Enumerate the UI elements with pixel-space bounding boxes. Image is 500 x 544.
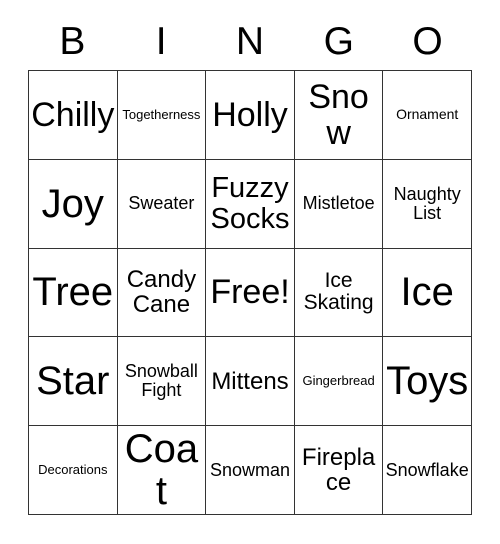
bingo-cell[interactable]: Snowball Fight: [117, 337, 207, 427]
header-letter-g: G: [323, 19, 354, 63]
bingo-cell-label: Decorations: [38, 462, 108, 478]
bingo-cell[interactable]: Sweater: [117, 159, 207, 249]
bingo-cell-label: Joy: [41, 181, 104, 226]
bingo-cell-label: Fireplace: [301, 443, 376, 497]
bingo-cell-label: Star: [36, 359, 110, 404]
header-letter-b: B: [59, 19, 86, 63]
bingo-cell[interactable]: Snowflake: [383, 426, 472, 515]
bingo-cell[interactable]: Joy: [29, 159, 118, 249]
bingo-cell-label: Snowman: [209, 459, 291, 480]
bingo-cell[interactable]: Toys: [383, 337, 472, 427]
bingo-cell[interactable]: Fireplace: [294, 426, 384, 515]
bingo-cell-label: Ice Skating: [303, 269, 374, 315]
bingo-cell-free[interactable]: Free!: [206, 248, 295, 338]
bingo-cell-label: Tree: [32, 270, 114, 315]
bingo-cell[interactable]: Snowman: [206, 426, 295, 515]
bingo-cell[interactable]: Coat: [117, 426, 207, 515]
bingo-cell-label: Mittens: [211, 367, 289, 395]
bingo-cell-label: Sweater: [128, 193, 195, 214]
bingo-cell[interactable]: Ornament: [383, 71, 472, 160]
bingo-cell-label: Ice: [400, 270, 454, 315]
bingo-cell-label: Ornament: [396, 106, 459, 123]
bingo-cell-label: Snowball Fight: [124, 361, 198, 401]
bingo-cell[interactable]: Mittens: [206, 337, 295, 427]
bingo-cell[interactable]: Gingerbread: [294, 337, 384, 427]
bingo-header: B I N G O: [28, 14, 472, 68]
bingo-cell-label: Chilly: [31, 95, 115, 134]
header-letter-n: N: [235, 19, 265, 63]
header-letter-o: O: [412, 19, 443, 63]
bingo-cell[interactable]: Chilly: [29, 71, 118, 160]
bingo-cell-label: Mistletoe: [302, 193, 375, 214]
bingo-cell-label: Naughty List: [393, 183, 461, 223]
bingo-cell-label: Snowflake: [385, 459, 469, 480]
bingo-cell-label: Toys: [386, 359, 469, 404]
bingo-cell[interactable]: Ice Skating: [294, 248, 384, 338]
bingo-cell-label: Fuzzy Socks: [210, 171, 290, 235]
bingo-cell[interactable]: Ice: [383, 248, 472, 338]
bingo-cell[interactable]: Mistletoe: [294, 159, 384, 249]
bingo-cell[interactable]: Candy Cane: [117, 248, 207, 338]
bingo-cell-label: Snow: [308, 77, 369, 152]
bingo-cell-label: Candy Cane: [126, 266, 197, 319]
bingo-cell[interactable]: Holly: [206, 71, 295, 160]
bingo-cell-label: Togetherness: [122, 107, 201, 123]
bingo-cell-label: Coat: [124, 426, 199, 514]
bingo-cell[interactable]: Decorations: [29, 426, 118, 515]
bingo-cell[interactable]: Snow: [294, 71, 384, 160]
bingo-cell-label: Gingerbread: [302, 373, 375, 389]
bingo-cell[interactable]: Tree: [29, 248, 118, 338]
bingo-cell[interactable]: Naughty List: [383, 159, 472, 249]
bingo-cell[interactable]: Togetherness: [117, 71, 207, 160]
bingo-card: B I N G O Chilly Togetherness Holly Snow…: [0, 0, 500, 544]
bingo-cell[interactable]: Fuzzy Socks: [206, 159, 295, 249]
bingo-cell[interactable]: Star: [29, 337, 118, 427]
header-letter-i: I: [155, 19, 167, 63]
bingo-cell-label: Holly: [212, 95, 288, 134]
bingo-cell-label: Free!: [210, 273, 290, 312]
bingo-grid: Chilly Togetherness Holly Snow Ornament …: [28, 70, 472, 515]
